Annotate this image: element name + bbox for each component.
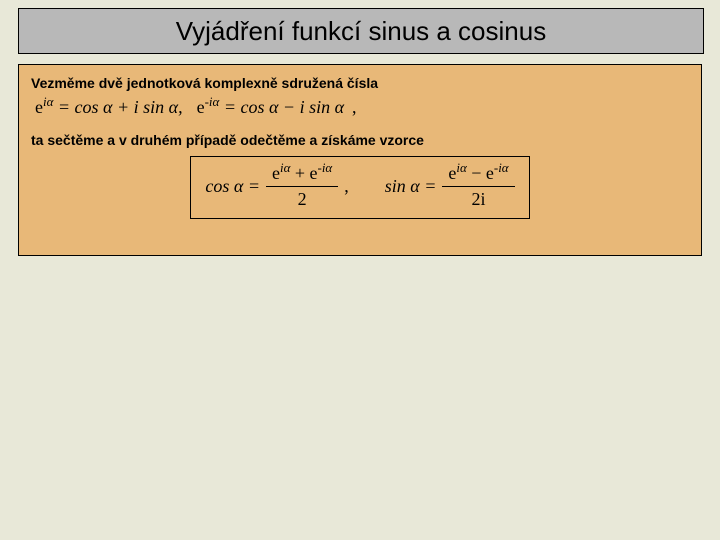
sin-lhs: sin α = (385, 176, 437, 197)
e-base: e (35, 97, 43, 117)
cos-denominator: 2 (298, 187, 307, 210)
sin-num-exp1: iα (456, 160, 466, 175)
cos-formula: cos α = eiα + e-iα 2 , (205, 163, 348, 210)
title-box: Vyjádření funkcí sinus a cosinus (18, 8, 704, 54)
slide: Vyjádření funkcí sinus a cosinus Vezměme… (0, 0, 720, 540)
sin-denominator: 2i (471, 187, 485, 210)
euler-pos-rhs: = cos α + i sin α, (53, 97, 182, 117)
euler-pair-formula: eiα = cos α + i sin α, e-iα = cos α − i … (35, 97, 689, 118)
sin-numerator: eiα − e-iα (442, 163, 514, 187)
cos-lhs: cos α = (205, 176, 260, 197)
exp-neg-ia: -iα (205, 94, 220, 109)
sin-fraction: eiα − e-iα 2i (442, 163, 514, 210)
slide-title: Vyjádření funkcí sinus a cosinus (176, 16, 546, 47)
euler-positive: eiα = cos α + i sin α, (35, 97, 183, 118)
cos-num-plus: + e (290, 163, 317, 183)
cos-numerator: eiα + e-iα (266, 163, 338, 187)
cos-sin-separator: , (344, 176, 349, 197)
trailing-comma: , (352, 97, 357, 118)
content-box: Vezměme dvě jednotková komplexně sdružen… (18, 64, 702, 256)
cos-num-e1: e (272, 163, 280, 183)
exp-ia: iα (43, 94, 53, 109)
cos-fraction: eiα + e-iα 2 (266, 163, 338, 210)
cos-num-exp1: iα (280, 160, 290, 175)
cos-num-exp2: -iα (318, 160, 333, 175)
sin-num-exp2: -iα (494, 160, 509, 175)
boxed-formula: cos α = eiα + e-iα 2 , sin α = eiα − e-i… (190, 156, 529, 219)
euler-neg-rhs: = cos α − i sin α (219, 97, 344, 117)
euler-negative: e-iα = cos α − i sin α (197, 97, 344, 118)
e-base-2: e (197, 97, 205, 117)
sin-num-minus: − e (467, 163, 494, 183)
intro-line-2: ta sečtěme a v druhém případě odečtěme a… (31, 132, 689, 148)
sin-formula: sin α = eiα − e-iα 2i (385, 163, 515, 210)
intro-line-1: Vezměme dvě jednotková komplexně sdružen… (31, 75, 689, 91)
